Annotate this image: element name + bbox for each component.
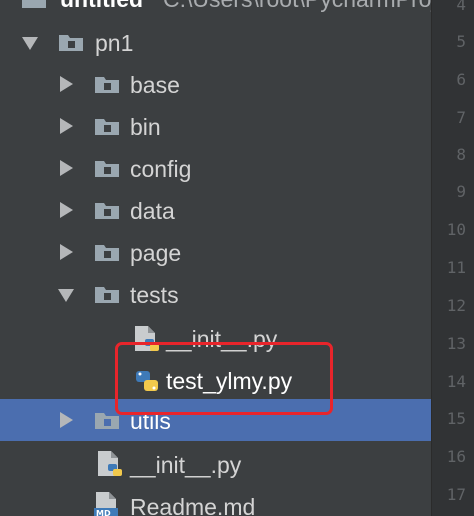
python-file-icon [136,371,158,391]
tree-node-test-ylmy-py[interactable]: test_ylmy.py [0,359,431,401]
folder-icon [95,119,119,135]
tree-node-readme-md[interactable]: MD Readme.md [0,485,431,516]
tree-node-label: tests [130,282,179,308]
python-file-icon [98,451,122,476]
folder-icon [95,413,119,429]
tree-node-label: test_ylmy.py [166,368,293,394]
line-number: 4 [456,0,466,14]
expand-arrow-icon[interactable] [60,160,73,176]
line-number: 15 [446,409,466,428]
line-number: 11 [446,258,466,277]
expand-arrow-icon[interactable] [60,76,73,92]
tree-node-label: __init__.py [130,452,242,478]
tree-node-tests-init-py[interactable]: __init__.py [0,317,431,359]
tree-node-base[interactable]: base [0,63,431,105]
folder-icon [95,203,119,219]
folder-icon [95,77,119,93]
line-number: 17 [446,485,466,504]
tree-node-utils[interactable]: utils [0,399,431,441]
tree-node-label: base [130,72,180,98]
line-number: 6 [456,70,466,89]
line-number: 8 [456,145,466,164]
line-number: 12 [446,296,466,315]
tree-node-label: data [130,198,175,224]
editor-gutter: 4 5 6 7 8 9 10 11 12 13 14 15 16 17 [431,0,474,516]
project-name: untitled [60,0,143,20]
folder-icon [59,35,83,51]
expand-arrow-icon[interactable] [60,412,73,428]
folder-icon [22,0,46,8]
project-header-row[interactable]: untitled C:\Users\root\PycharmProjects\u… [0,0,431,18]
tree-node-bin[interactable]: bin [0,105,431,147]
line-number: 5 [456,32,466,51]
project-path: C:\Users\root\PycharmProjects\untitled [163,0,431,20]
line-number: 9 [456,182,466,201]
tree-node-tests[interactable]: tests [0,273,431,315]
line-number: 10 [446,220,466,239]
collapse-arrow-icon[interactable] [58,289,74,302]
line-number: 13 [446,334,466,353]
tree-node-label: utils [130,408,171,434]
expand-arrow-icon[interactable] [60,244,73,260]
line-number: 16 [446,447,466,466]
tree-node-config[interactable]: config [0,147,431,189]
tree-node-label: page [130,240,182,266]
tree-node-label: Readme.md [130,494,256,516]
line-number: 7 [456,108,466,127]
tree-node-label: __init__.py [166,326,278,352]
tree-node-label: config [130,156,192,182]
expand-arrow-icon[interactable] [60,202,73,218]
project-tree-panel: untitled C:\Users\root\PycharmProjects\u… [0,0,431,516]
tree-node-data[interactable]: data [0,189,431,231]
python-file-icon [135,326,159,351]
tree-node-label: bin [130,114,161,140]
line-number: 14 [446,372,466,391]
tree-node-root-init-py[interactable]: __init__.py [0,443,431,485]
tree-node-label: pn1 [95,30,134,56]
folder-icon [95,161,119,177]
tree-node-page[interactable]: page [0,231,431,273]
folder-icon [95,245,119,261]
expand-arrow-icon[interactable] [60,118,73,134]
collapse-arrow-icon[interactable] [22,37,38,50]
markdown-badge: MD [96,509,111,516]
tree-node-pn1[interactable]: pn1 [0,21,431,63]
folder-icon [95,287,119,303]
